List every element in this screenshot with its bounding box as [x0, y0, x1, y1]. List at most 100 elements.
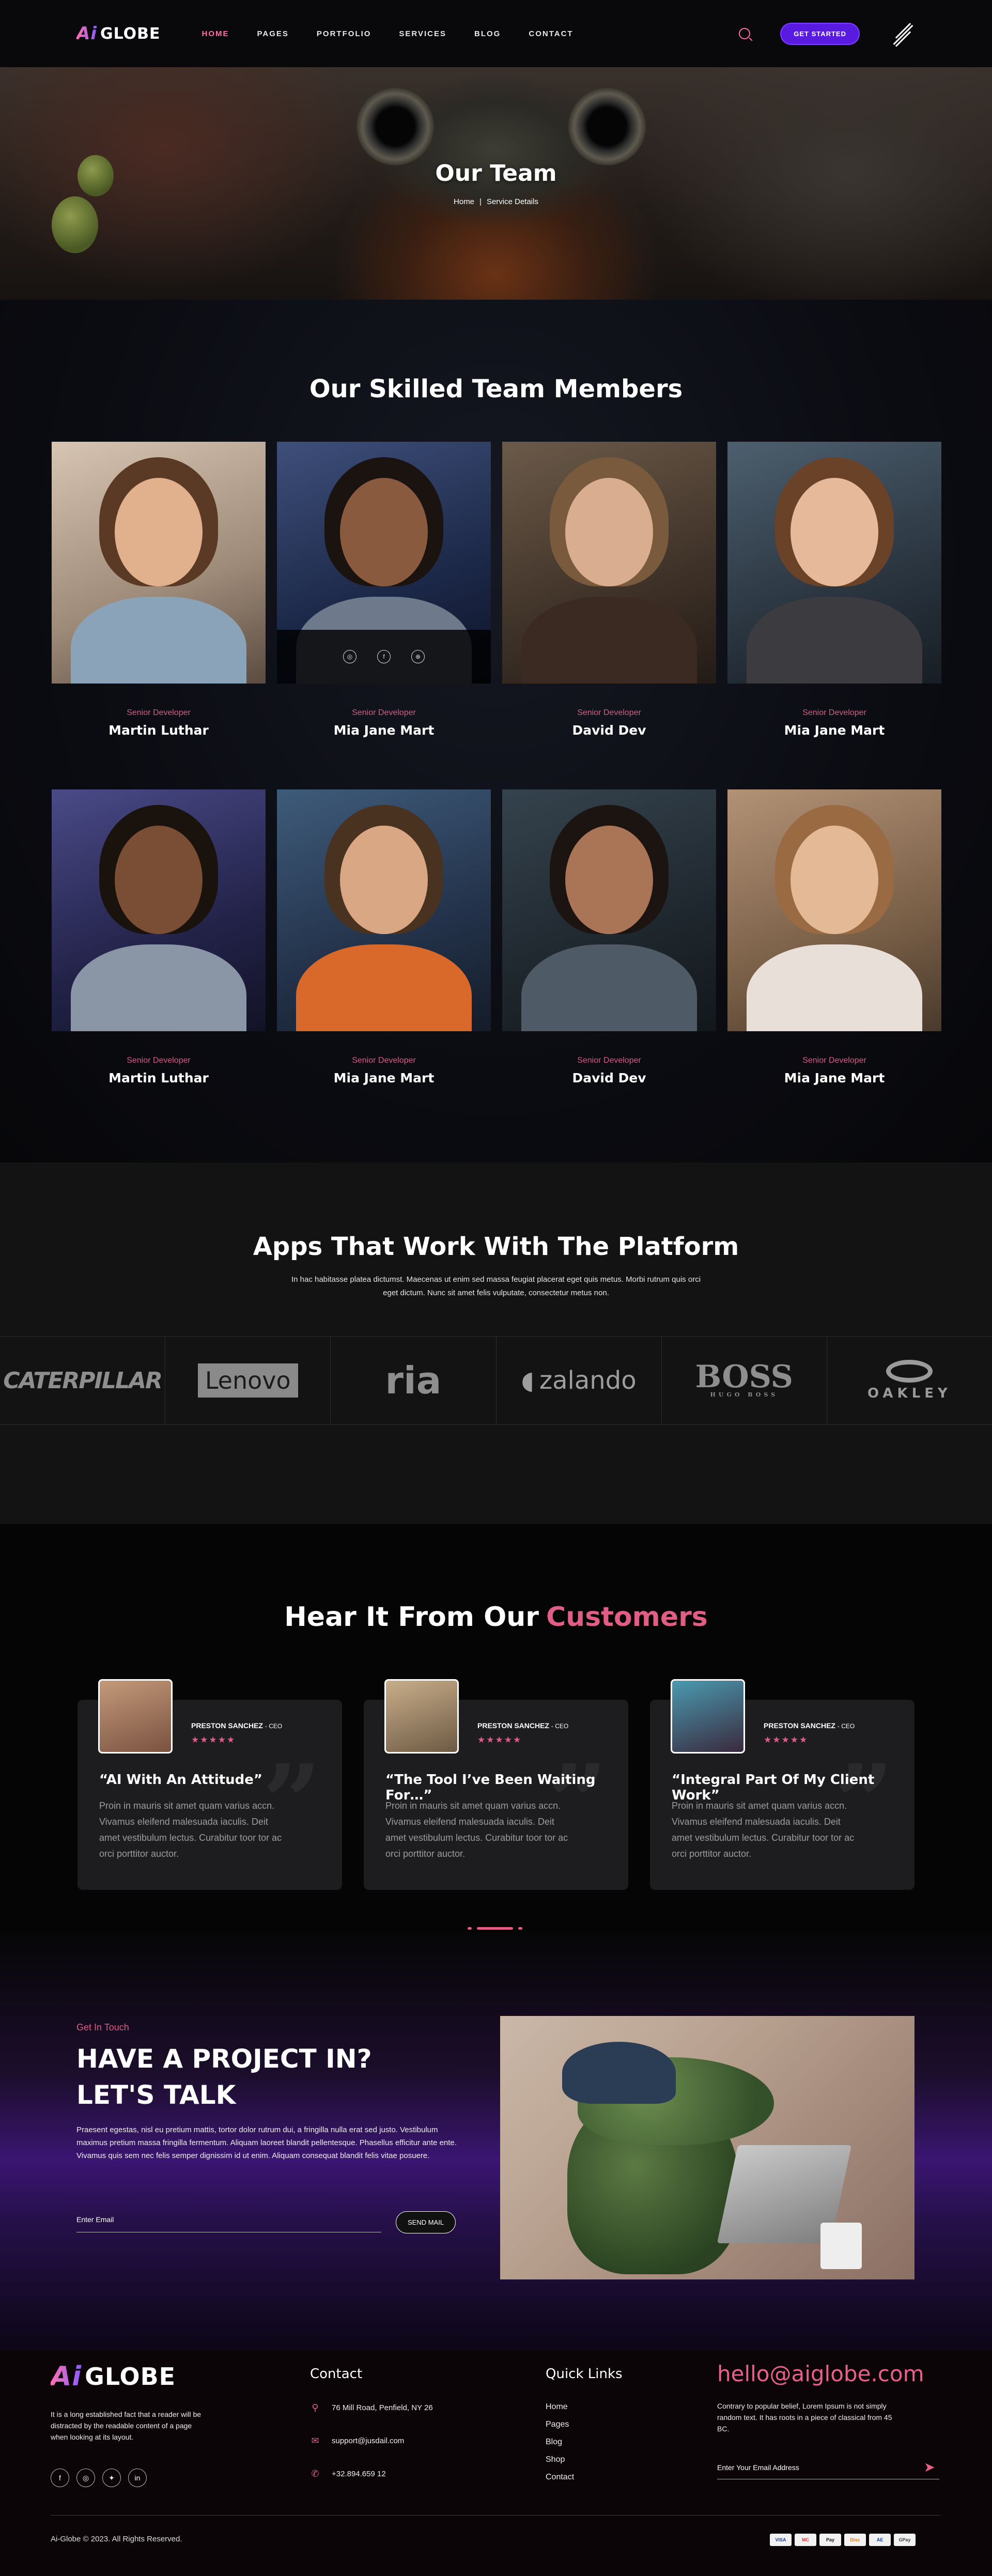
oakley-logo: OAKLEY — [867, 1360, 952, 1401]
brand-lenovo[interactable]: Lenovo — [165, 1337, 331, 1424]
member-name[interactable]: Mia Jane Mart — [277, 1070, 491, 1085]
footer-email-link[interactable]: hello@aiglobe.com — [717, 2361, 924, 2386]
footer-link-shop[interactable]: Shop — [546, 2451, 574, 2469]
team-photo: ◎ f ⊕ — [277, 442, 491, 684]
member-role: Senior Developer — [352, 708, 416, 717]
nav-services[interactable]: SERVICES — [399, 29, 446, 38]
testimonial-card: PRESTON SANCHEZ - CEO ★★★★★ ” “The Tool … — [364, 1679, 628, 1890]
team-card[interactable]: Senior Developer Martin Luthar — [52, 789, 266, 1085]
star-rating: ★★★★★ — [764, 1735, 809, 1745]
brand-caterpillar[interactable]: CATERPILLAR — [0, 1337, 166, 1424]
slider-dot[interactable] — [518, 1927, 522, 1930]
logo-mark: Ai — [76, 23, 97, 44]
send-icon[interactable]: ➤ — [924, 2459, 935, 2475]
team-photo — [52, 442, 266, 684]
email-item[interactable]: ✉ support@jusdail.com — [310, 2435, 404, 2446]
site-footer: Ai GLOBE It is a long established fact t… — [0, 2351, 992, 2576]
zalando-logo: zalando — [539, 1366, 637, 1395]
team-card[interactable]: Senior Developer David Dev — [502, 789, 716, 1085]
member-name[interactable]: David Dev — [502, 1070, 716, 1085]
team-card[interactable]: Senior Developer David Dev — [502, 442, 716, 738]
breadcrumb: Home | Service Details — [0, 197, 992, 206]
breadcrumb-separator: | — [479, 197, 482, 206]
send-mail-button[interactable]: SEND MAIL — [396, 2211, 456, 2233]
footer-divider — [51, 2515, 940, 2516]
site-logo[interactable]: Ai GLOBE — [76, 23, 161, 44]
nav-home[interactable]: HOME — [202, 29, 229, 38]
footer-link-home[interactable]: Home — [546, 2398, 574, 2416]
search-icon[interactable] — [739, 28, 751, 39]
subscribe-input[interactable]: Enter Your Email Address — [717, 2463, 939, 2479]
footer-link-pages[interactable]: Pages — [546, 2416, 574, 2433]
brand-zalando[interactable]: ◖ zalando — [497, 1337, 662, 1424]
facebook-icon[interactable]: f — [377, 650, 391, 663]
team-photo — [727, 789, 941, 1031]
team-card[interactable]: Senior Developer Mia Jane Mart — [727, 442, 941, 738]
dinosaur-illustration — [500, 2016, 915, 2279]
phone-item[interactable]: ✆ +32.894.659 12 — [310, 2469, 386, 2479]
instagram-icon[interactable]: ◎ — [76, 2469, 95, 2487]
team-card[interactable]: Senior Developer Martin Luthar — [52, 442, 266, 738]
dribbble-icon[interactable]: ⊕ — [411, 650, 425, 663]
brand-oakley[interactable]: OAKLEY — [827, 1337, 992, 1424]
hero-banner: Our Team Home | Service Details — [0, 67, 992, 300]
member-name[interactable]: Mia Jane Mart — [727, 1070, 941, 1085]
breadcrumb-current: Service Details — [486, 197, 538, 206]
boss-logo: BOSS HUGO BOSS — [695, 1359, 793, 1399]
boss-wordmark: BOSS — [695, 1359, 793, 1395]
footer-email-description: Contrary to popular belief, Lorem Ipsum … — [717, 2402, 892, 2433]
star-rating: ★★★★★ — [477, 1735, 522, 1745]
page-title: Our Team — [435, 160, 557, 187]
member-name[interactable]: Martin Luthar — [52, 1070, 266, 1085]
member-role: Senior Developer — [352, 1056, 416, 1065]
get-started-button[interactable]: GET STARTED — [780, 22, 860, 45]
apps-description: In hac habitasse platea dictumst. Maecen… — [291, 1275, 701, 1297]
reviewer-name: PRESTON SANCHEZ - CEO — [191, 1721, 283, 1730]
twitter-icon[interactable]: ✦ — [102, 2469, 121, 2487]
ria-logo: ria — [385, 1359, 442, 1402]
applepay-icon: Pay — [819, 2534, 841, 2546]
testimonial-card: PRESTON SANCHEZ - CEO ★★★★★ ” “AI With A… — [78, 1679, 342, 1890]
hamburger-menu-icon[interactable] — [890, 21, 916, 47]
contact-heading-line2: LET'S TALK — [76, 2080, 236, 2110]
member-name[interactable]: David Dev — [502, 723, 716, 738]
contact-heading: HAVE A PROJECT IN? LET'S TALK — [76, 2041, 372, 2113]
slider-dot[interactable] — [468, 1927, 472, 1930]
nav-contact[interactable]: CONTACT — [529, 29, 573, 38]
slider-dot-active[interactable] — [477, 1927, 513, 1930]
testimonial-card: PRESTON SANCHEZ - CEO ★★★★★ ” “Integral … — [650, 1679, 915, 1890]
member-name[interactable]: Martin Luthar — [52, 723, 266, 738]
footer-logo[interactable]: Ai GLOBE — [51, 2361, 176, 2392]
nav-blog[interactable]: BLOG — [474, 29, 501, 38]
contact-section: Get In Touch HAVE A PROJECT IN? LET'S TA… — [0, 1927, 992, 2351]
quick-links-title: Quick Links — [546, 2366, 623, 2382]
brand-boss[interactable]: BOSS HUGO BOSS — [662, 1337, 827, 1424]
slider-dots — [468, 1927, 522, 1930]
reviewer-name: PRESTON SANCHEZ - CEO — [764, 1721, 855, 1730]
team-card[interactable]: Senior Developer Mia Jane Mart — [727, 789, 941, 1085]
apps-title: Apps That Work With The Platform — [253, 1232, 739, 1261]
nav-portfolio[interactable]: PORTFOLIO — [317, 29, 371, 38]
email-input[interactable]: Enter Email — [76, 2215, 381, 2232]
team-card[interactable]: ◎ f ⊕ Senior Developer Mia Jane Mart — [277, 442, 491, 738]
contact-eyebrow: Get In Touch — [76, 2022, 129, 2032]
footer-link-contact[interactable]: Contact — [546, 2469, 574, 2486]
phone-text: +32.894.659 12 — [332, 2470, 386, 2478]
member-name[interactable]: Mia Jane Mart — [277, 723, 491, 738]
nav-pages[interactable]: PAGES — [257, 29, 289, 38]
facebook-icon[interactable]: f — [51, 2469, 69, 2487]
breadcrumb-home[interactable]: Home — [454, 197, 474, 206]
brand-logos: CATERPILLAR Lenovo ria ◖ zalando BOSS HUGO… — [0, 1336, 992, 1425]
testimonial-text: Proin in mauris sit amet quam varius acc… — [672, 1801, 855, 1859]
linkedin-icon[interactable]: in — [128, 2469, 147, 2487]
instagram-icon[interactable]: ◎ — [343, 650, 357, 663]
team-card[interactable]: Senior Developer Mia Jane Mart — [277, 789, 491, 1085]
team-photo — [502, 789, 716, 1031]
logo-text: GLOBE — [100, 24, 161, 43]
footer-link-blog[interactable]: Blog — [546, 2433, 574, 2451]
member-name[interactable]: Mia Jane Mart — [727, 723, 941, 738]
member-role: Senior Developer — [802, 1056, 866, 1065]
main-nav: HOME PAGES PORTFOLIO SERVICES BLOG CONTA… — [202, 29, 574, 38]
brand-ria[interactable]: ria — [331, 1337, 497, 1424]
team-photo — [502, 442, 716, 684]
